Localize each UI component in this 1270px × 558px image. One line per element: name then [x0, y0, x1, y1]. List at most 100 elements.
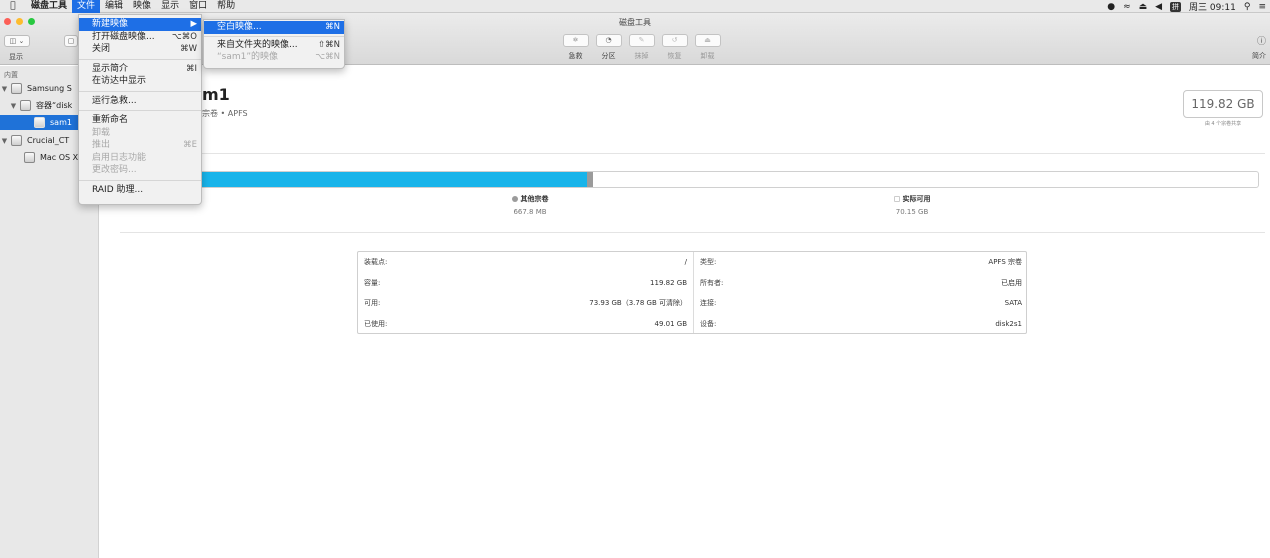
volume-name: m1	[202, 85, 230, 104]
menu-app[interactable]: 磁盘工具	[26, 0, 72, 13]
legend-swatch	[511, 196, 518, 202]
unmount-button[interactable]: ⏏ 卸载	[693, 34, 722, 61]
legend-value: 667.8 MB	[513, 208, 547, 216]
info-icon: ⓘ	[1256, 37, 1266, 47]
menu-image[interactable]: 映像	[128, 0, 156, 13]
menu-item-enable-journaling: 启用日志功能	[79, 152, 201, 165]
menu-item-open-disk-image[interactable]: 打开磁盘映像... ⌥⌘O	[79, 31, 201, 44]
eject-icon: ⏏	[694, 34, 721, 47]
info-row-owners: 所有者: 已启用	[694, 273, 1028, 294]
menu-item-unmount: 卸载	[79, 127, 201, 140]
legend-available: 实际可用 70.15 GB	[842, 194, 982, 216]
menu-item-image-from-sam1: “sam1”的映像 ⌥⌘N	[204, 51, 344, 64]
eject-icon[interactable]: ⏏	[1139, 2, 1148, 12]
info-key: 设备:	[700, 319, 717, 328]
disclosure-triangle-icon[interactable]: ▼	[0, 85, 9, 93]
info-column-left: 装载点: / 容量: 119.82 GB 可用: 73.93 GB（3.78 GB 可…	[358, 252, 693, 333]
menu-item-rename[interactable]: 重新命名	[79, 114, 201, 127]
menu-item-label: 在访达中显示	[92, 76, 147, 86]
menu-file[interactable]: 文件	[72, 0, 101, 13]
info-key: 已使用:	[364, 319, 388, 328]
view-toggle-button[interactable]: ◫ ⌄	[4, 35, 30, 47]
legend-value: 70.15 GB	[895, 208, 929, 216]
info-row-type: 类型: APFS 宗卷	[694, 252, 1028, 273]
first-aid-button[interactable]: ⚛ 急救	[561, 34, 590, 61]
spotlight-icon[interactable]: ⚲	[1244, 2, 1251, 12]
menu-view[interactable]: 显示	[156, 0, 184, 13]
wifi-icon[interactable]: ≈	[1123, 2, 1131, 12]
partition-label: 分区	[601, 52, 616, 60]
info-key: 可用:	[364, 299, 381, 308]
file-menu: 新建映像 ▶ 打开磁盘映像... ⌥⌘O 关闭 ⌘W 显示简介 ⌘I 在访达中显示 运行…	[78, 14, 202, 205]
volume-icon	[24, 152, 35, 163]
info-key: 类型:	[700, 258, 717, 267]
info-key: 所有者:	[700, 278, 724, 287]
menu-item-label: 启用日志功能	[92, 152, 147, 163]
usage-bar-other	[587, 172, 593, 187]
legend-label: 其他宗卷	[520, 195, 549, 203]
menu-item-first-aid[interactable]: 运行急救...	[79, 95, 201, 108]
menu-item-get-info[interactable]: 显示简介 ⌘I	[79, 63, 201, 76]
menu-separator	[79, 179, 201, 181]
partition-button[interactable]: ◔ 分区	[594, 34, 623, 61]
restore-button[interactable]: ↺ 恢复	[660, 34, 689, 61]
bell-icon[interactable]: ●	[1107, 2, 1115, 12]
info-button[interactable]: ⓘ 简介	[1252, 34, 1266, 61]
view-label: 显示	[9, 53, 23, 61]
disclosure-triangle-icon[interactable]: ▼	[0, 137, 9, 145]
sidebar-section-internal: 内置	[4, 71, 18, 79]
volume-info-table: 装载点: / 容量: 119.82 GB 可用: 73.93 GB（3.78 GB 可…	[357, 251, 1027, 334]
disclosure-triangle-icon[interactable]: ▼	[9, 102, 18, 110]
menu-item-label: 新建映像	[92, 19, 129, 29]
info-value: disk2s1	[995, 319, 1022, 328]
menu-item-label: 来自文件夹的映像...	[217, 39, 298, 50]
menu-bar:  磁盘工具 文件 编辑 映像 显示 窗口 帮助 ● ≈ ⏏ ◀ 拼 周三 09…	[0, 0, 1270, 13]
menu-item-label: 显示简介	[92, 63, 129, 74]
menu-item-image-from-folder[interactable]: 来自文件夹的映像... ⇧⌘N	[204, 39, 344, 52]
sidebar-item-label: sam1	[50, 118, 72, 127]
menu-item-raid-assistant[interactable]: RAID 助理...	[79, 184, 201, 197]
divider	[120, 232, 1265, 233]
restore-label: 恢复	[667, 52, 682, 60]
legend-label: 实际可用	[902, 195, 931, 203]
first-aid-label: 急救	[568, 52, 583, 60]
info-row-mount-point: 装载点: /	[358, 252, 693, 273]
main-content: m1 宗卷 • APFS 119.82 GB 由 4 个宗卷共享 其他宗卷 66…	[100, 66, 1270, 558]
legend-swatch	[893, 196, 900, 202]
erase-label: 抹掉	[634, 52, 649, 60]
menu-item-new-image[interactable]: 新建映像 ▶	[79, 18, 201, 31]
menu-shortcut: ⌘I	[185, 63, 197, 74]
menu-help[interactable]: 帮助	[212, 0, 240, 13]
volume-icon[interactable]: ◀	[1155, 2, 1162, 12]
menu-item-label: 打开磁盘映像...	[92, 31, 155, 42]
volume-subtitle: 宗卷 • APFS	[202, 109, 248, 118]
info-value: APFS 宗卷	[988, 258, 1022, 267]
menu-item-label: 关闭	[92, 44, 111, 54]
menu-item-blank-image[interactable]: 空白映像... ⌘N	[204, 21, 344, 34]
sidebar-item-label: Samsung S	[27, 84, 72, 93]
erase-button[interactable]: ✎ 抹掉	[627, 34, 656, 61]
unmount-label: 卸载	[700, 52, 715, 60]
menu-item-close[interactable]: 关闭 ⌘W	[79, 43, 201, 56]
notification-center-icon[interactable]: ≡	[1258, 2, 1266, 12]
sidebar-item-label: 容器“disk	[36, 101, 73, 110]
stethoscope-icon: ⚛	[562, 34, 589, 47]
menu-item-label: “sam1”的映像	[217, 52, 279, 62]
menu-shortcut: ⌥⌘N	[315, 52, 340, 62]
clock[interactable]: 周三 09:11	[1189, 0, 1236, 13]
disk-icon	[11, 83, 22, 94]
menu-window[interactable]: 窗口	[184, 0, 212, 13]
info-row-device: 设备: disk2s1	[694, 314, 1028, 335]
info-row-available: 可用: 73.93 GB（3.78 GB 可清除）	[358, 293, 693, 314]
info-row-capacity: 容量: 119.82 GB	[358, 273, 693, 294]
menu-item-show-in-finder[interactable]: 在访达中显示	[79, 75, 201, 88]
input-method-icon[interactable]: 拼	[1170, 1, 1182, 12]
menu-item-change-password: 更改密码...	[79, 164, 201, 177]
erase-icon: ✎	[628, 34, 655, 47]
divider	[120, 153, 1265, 154]
apple-menu-icon[interactable]: 	[0, 1, 26, 11]
menu-edit[interactable]: 编辑	[100, 0, 128, 13]
add-volume-button[interactable]: ▢	[64, 35, 78, 47]
disk-icon	[11, 135, 22, 146]
menu-shortcut: ⌘E	[183, 140, 197, 150]
